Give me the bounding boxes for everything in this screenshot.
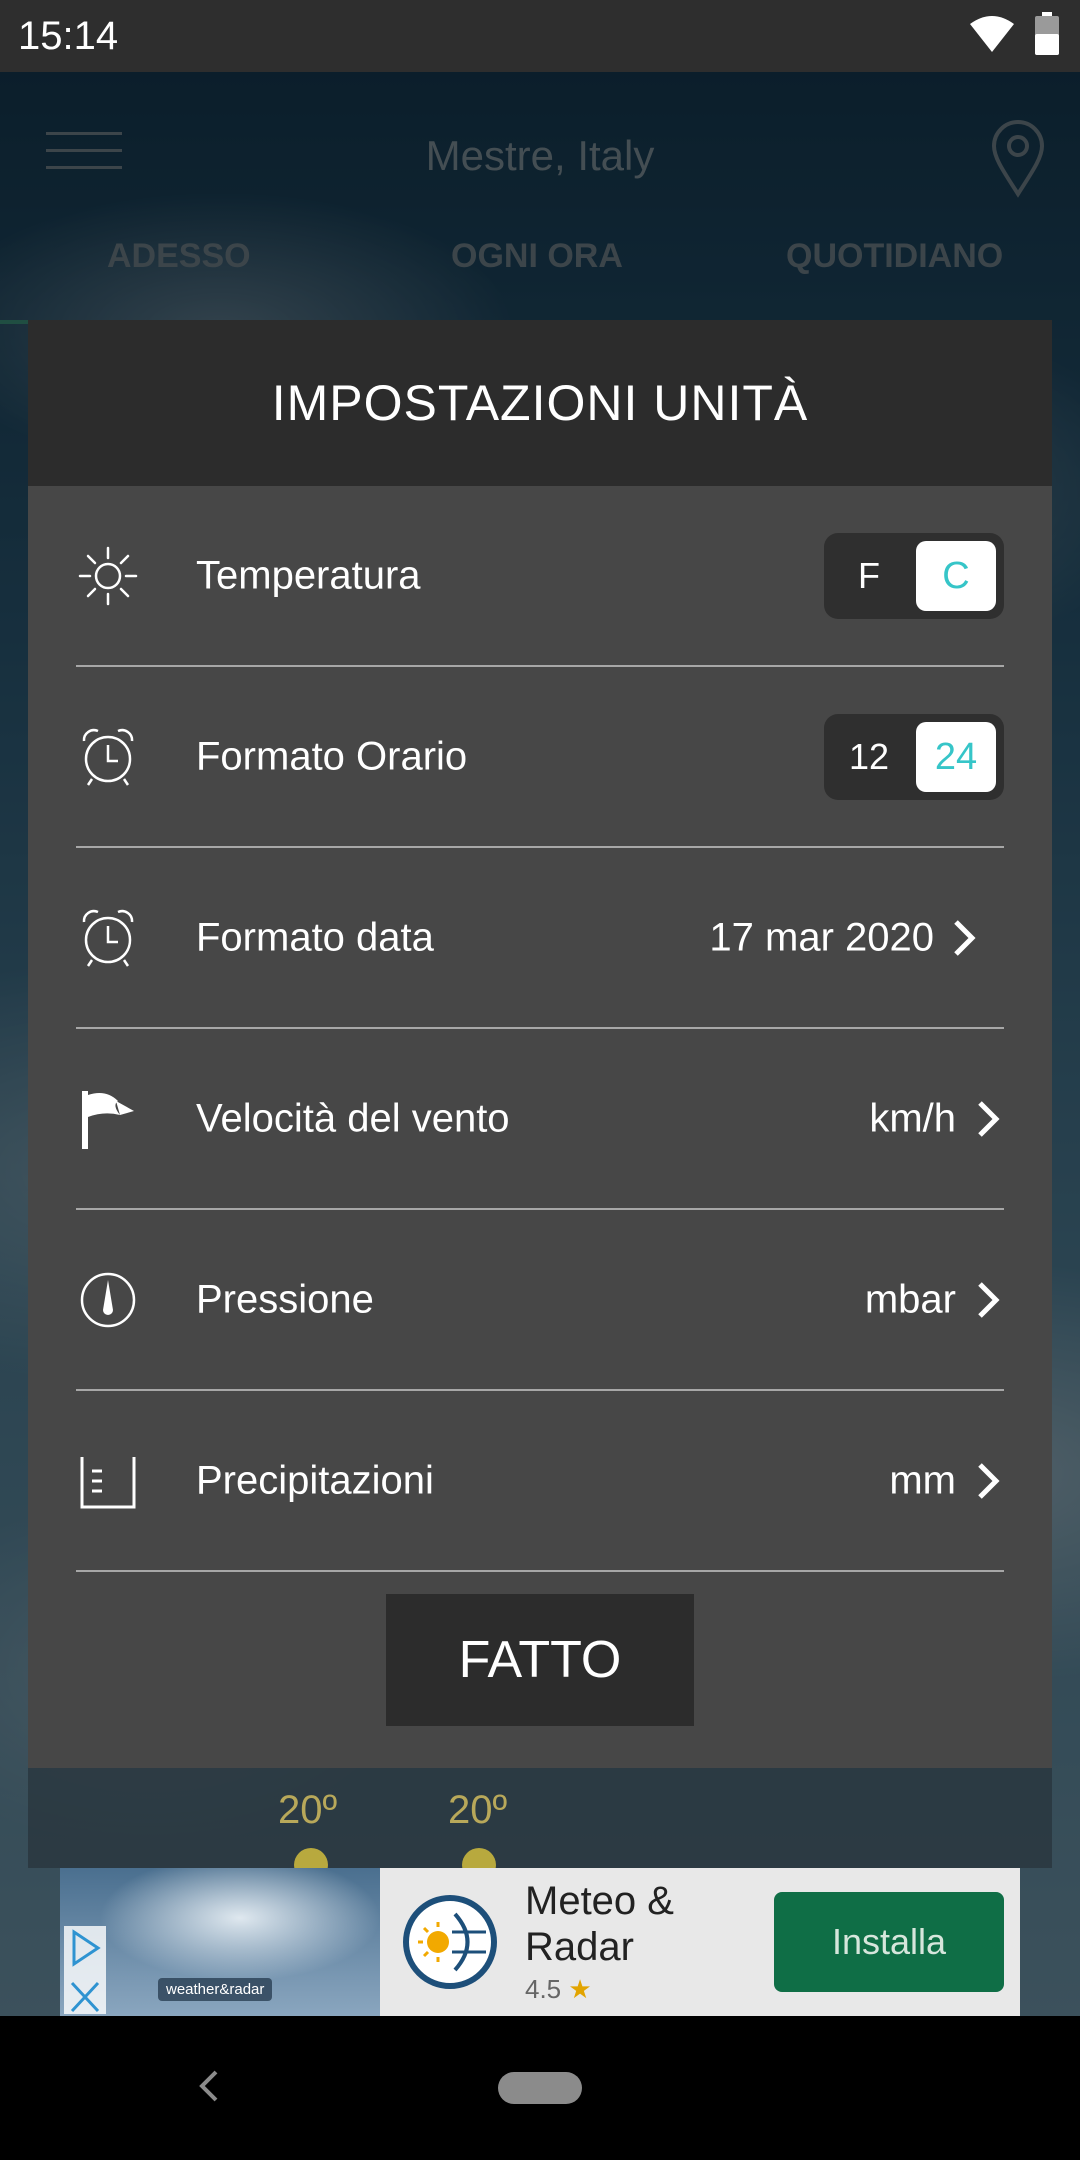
app-logo-icon	[403, 1895, 497, 1989]
time-format-label: Formato Orario	[196, 734, 468, 778]
date-format-value: 17 mar 2020	[709, 915, 934, 959]
precipitation-row[interactable]: Precipitazioni mm	[76, 1391, 1004, 1572]
battery-icon	[1035, 12, 1059, 55]
unit-settings-dialog: IMPOSTAZIONI UNITÀ Temperatura F C Forma…	[28, 320, 1052, 1768]
temperature-toggle[interactable]: F C	[824, 532, 1004, 619]
chevron-right-icon	[978, 1100, 1000, 1137]
wifi-icon	[970, 16, 1014, 52]
time-format-toggle[interactable]: 12 24	[824, 713, 1004, 800]
forecast-temp: 20º	[278, 1788, 338, 1832]
install-button[interactable]: Installa	[774, 1892, 1004, 1992]
star-icon: ★	[568, 1974, 592, 2004]
temperature-label: Temperatura	[196, 553, 421, 597]
ad-choices-icon[interactable]	[64, 1926, 106, 1970]
system-nav-bar	[0, 2016, 1080, 2160]
sun-icon	[78, 546, 138, 605]
status-icons	[968, 12, 1060, 56]
ad-app-name-line2: Radar	[525, 1925, 634, 1969]
chevron-right-icon	[978, 1462, 1000, 1499]
temperature-row: Temperatura F C	[76, 486, 1004, 667]
precipitation-label: Precipitazioni	[196, 1458, 434, 1502]
wind-flag-icon	[82, 1090, 134, 1149]
option-fahrenheit[interactable]: F	[824, 533, 914, 619]
forecast-strip: 20º 20º	[28, 1768, 1052, 1882]
status-bar: 15:14	[0, 0, 1080, 72]
wind-speed-label: Velocità del vento	[196, 1096, 510, 1140]
option-celsius-selected[interactable]: C	[916, 540, 996, 611]
alarm-clock-icon	[82, 909, 134, 967]
back-icon[interactable]	[196, 2066, 220, 2106]
wind-speed-row[interactable]: Velocità del vento km/h	[76, 1029, 1004, 1210]
dialog-header: IMPOSTAZIONI UNITÀ	[28, 320, 1052, 486]
wind-speed-value: km/h	[869, 1096, 956, 1140]
option-24h-selected[interactable]: 24	[916, 721, 996, 792]
pressure-label: Pressione	[196, 1277, 374, 1321]
dialog-title: IMPOSTAZIONI UNITÀ	[271, 375, 809, 431]
gauge-icon	[80, 1272, 136, 1327]
alarm-clock-icon	[82, 728, 134, 786]
chevron-right-icon	[954, 919, 976, 956]
home-pill[interactable]	[498, 2072, 582, 2104]
rain-gauge-icon	[80, 1456, 136, 1508]
ad-rating-value: 4.5	[525, 1974, 562, 2004]
option-12h[interactable]: 12	[824, 714, 914, 800]
date-format-row[interactable]: Formato data 17 mar 2020	[76, 848, 1004, 1029]
ad-banner[interactable]: weather&radar Meteo & Radar 4.5 ★ Instal…	[60, 1868, 1020, 2016]
pressure-value: mbar	[864, 1277, 956, 1321]
ad-rating: 4.5 ★	[525, 1974, 592, 2005]
ad-app-name: Meteo & Radar	[525, 1878, 674, 1970]
date-format-label: Formato data	[196, 915, 434, 959]
weather-app: Mestre, Italy ADESSO OGNI ORA QUOTIDIANO…	[0, 72, 1080, 2016]
status-time: 15:14	[18, 14, 119, 58]
ad-image[interactable]: weather&radar	[60, 1868, 380, 2016]
ad-brand-logo: weather&radar	[158, 1978, 273, 2001]
close-icon[interactable]	[64, 1975, 106, 2016]
chevron-right-icon	[978, 1281, 1000, 1318]
ad-app-name-line1: Meteo &	[525, 1879, 674, 1923]
ad-choices[interactable]	[64, 1926, 106, 2014]
done-button[interactable]: FATTO	[386, 1594, 694, 1726]
precipitation-value: mm	[889, 1458, 956, 1502]
time-format-row: Formato Orario 12 24	[76, 667, 1004, 848]
forecast-temp: 20º	[448, 1788, 508, 1832]
pressure-row[interactable]: Pressione mbar	[76, 1210, 1004, 1391]
